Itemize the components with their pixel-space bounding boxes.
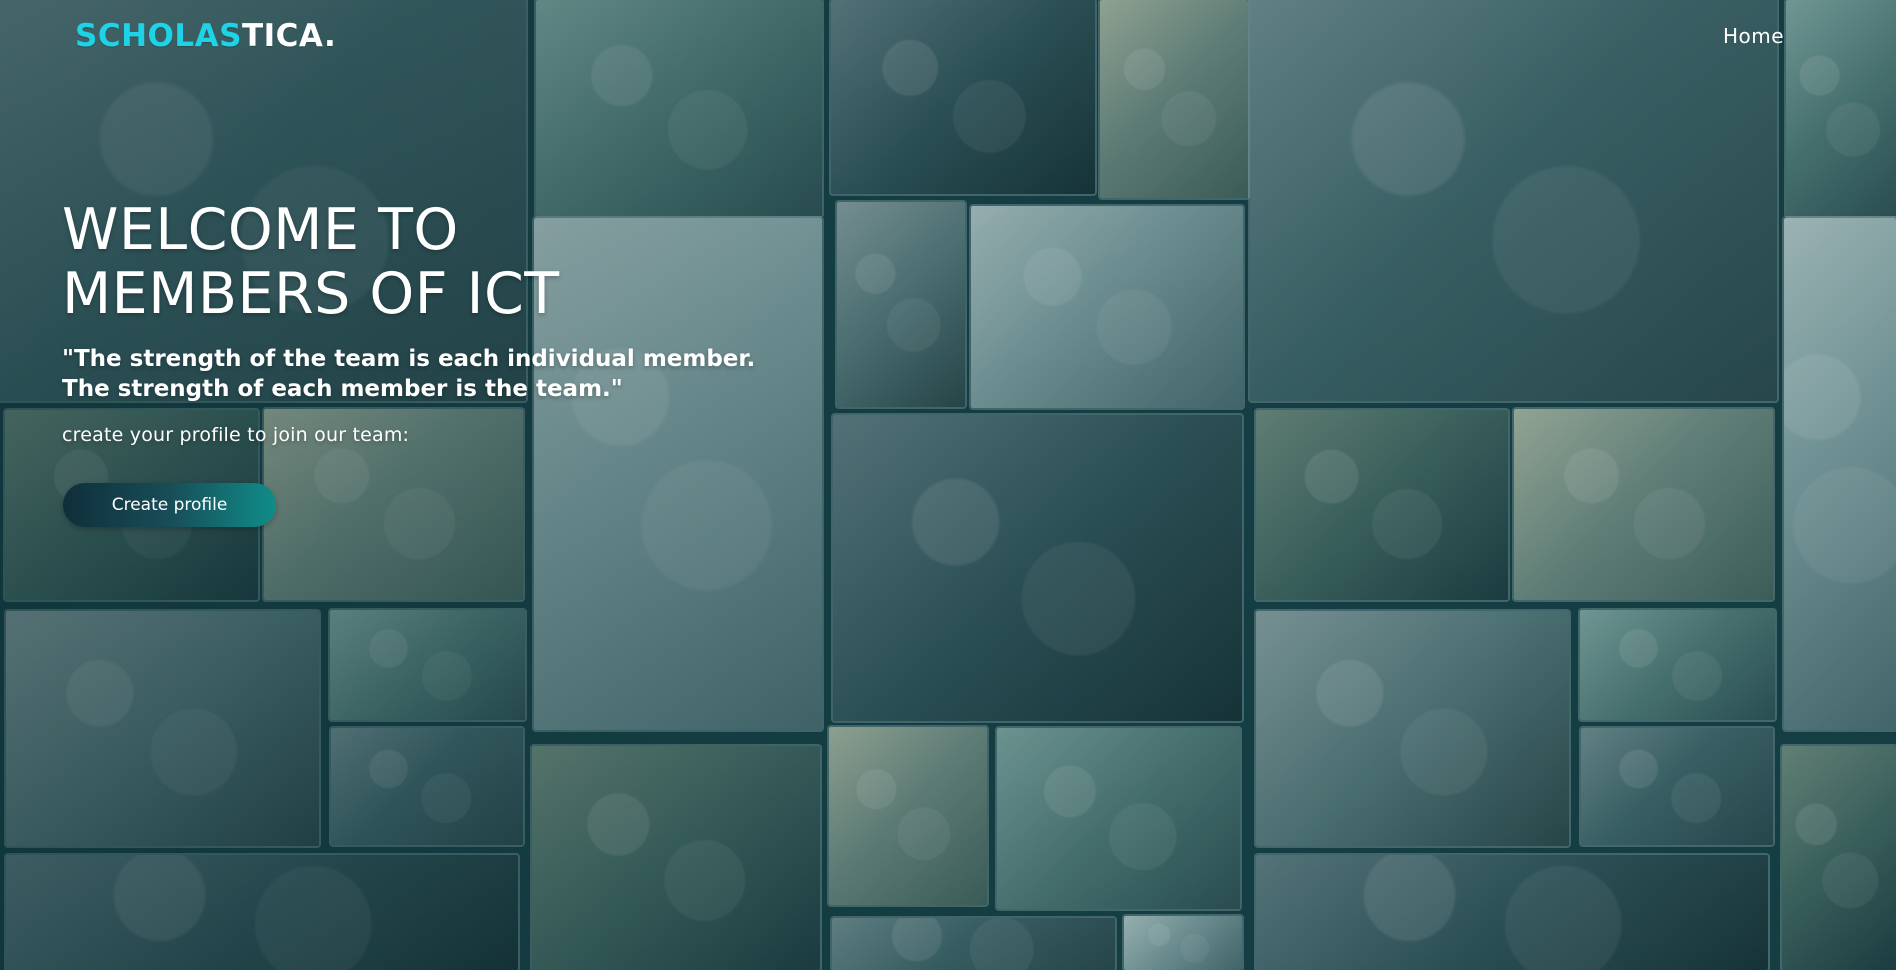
- collage-photo: [1514, 409, 1773, 600]
- hero-title: WELCOME TO MEMBERS OF ICT: [62, 198, 782, 326]
- logo-accent-text: SCHOLAS: [75, 18, 242, 54]
- collage-photo: [1786, 0, 1896, 216]
- logo-rest-text: TICA.: [241, 18, 337, 54]
- collage-photo: [1784, 218, 1896, 730]
- collage-photo: [1100, 0, 1248, 198]
- collage-photo: [1256, 410, 1508, 600]
- collage-photo: [997, 728, 1240, 909]
- hero-quote-line2: The strength of each member is the team.…: [62, 376, 623, 402]
- collage-photo: [330, 610, 525, 720]
- collage-photo: [6, 855, 518, 970]
- hero-title-line1: WELCOME TO: [62, 197, 459, 263]
- collage-photo: [1124, 916, 1242, 970]
- collage-photo: [829, 727, 987, 905]
- hero-quote-line1: "The strength of the team is each indivi…: [62, 346, 756, 372]
- collage-photo: [833, 415, 1242, 721]
- collage-photo: [832, 918, 1115, 970]
- collage-photo: [837, 202, 965, 407]
- collage-photo: [1580, 610, 1775, 720]
- hero-quote: "The strength of the team is each indivi…: [62, 344, 782, 404]
- collage-photo: [6, 611, 319, 846]
- collage-photo: [532, 746, 820, 970]
- collage-photo: [536, 0, 822, 216]
- collage-photo: [1256, 611, 1569, 846]
- collage-photo: [1250, 0, 1777, 401]
- nav-home-link[interactable]: Home: [1723, 24, 1784, 48]
- hero-title-line2: MEMBERS OF ICT: [62, 261, 560, 327]
- collage-photo: [331, 728, 523, 845]
- collage-photo: [971, 206, 1243, 408]
- collage-photo: [1581, 728, 1773, 845]
- collage-photo: [831, 0, 1095, 194]
- hero-subtitle: create your profile to join our team:: [62, 424, 410, 446]
- photo-collage: [0, 0, 1896, 970]
- collage-photo: [1256, 855, 1768, 970]
- site-logo[interactable]: SCHOLASTICA.: [75, 18, 336, 54]
- hero-section: WELCOME TO MEMBERS OF ICT "The strength …: [62, 198, 782, 448]
- landing-page: SCHOLASTICA. Home WELCOME TO MEMBERS OF …: [0, 0, 1896, 970]
- create-profile-button[interactable]: Create profile: [63, 483, 276, 527]
- collage-photo: [1782, 746, 1896, 970]
